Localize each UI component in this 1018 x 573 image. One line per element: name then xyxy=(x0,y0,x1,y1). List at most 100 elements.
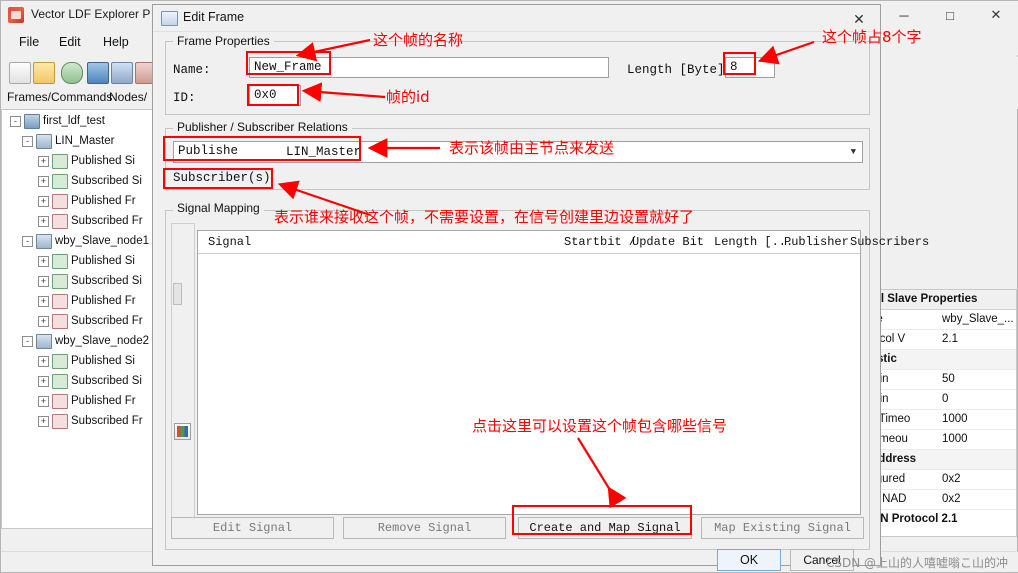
length-label: Length [Byte]: xyxy=(627,63,733,77)
frames-tree-panel[interactable]: - first_ldf_test - LIN_Master + Publishe… xyxy=(1,109,176,529)
column-subscribers[interactable]: Subscribers xyxy=(850,235,929,249)
property-row[interactable]: figured 0x2 xyxy=(866,470,1016,490)
column-signal[interactable]: Signal xyxy=(208,235,251,249)
menu-help[interactable]: Help xyxy=(95,33,137,51)
column-length[interactable]: Length [... xyxy=(714,235,793,249)
column-update-bit[interactable]: Update Bit xyxy=(632,235,704,249)
tree-item[interactable]: + Published Si xyxy=(2,252,135,270)
dialog-title: Edit Frame xyxy=(183,10,245,24)
refresh-icon[interactable] xyxy=(61,62,83,84)
tree-expander-icon[interactable]: + xyxy=(38,375,49,387)
tree-item[interactable]: + Published Fr xyxy=(2,392,136,410)
property-value: 2.1 xyxy=(942,333,958,345)
property-row[interactable]: Timeou 1000 xyxy=(866,430,1016,450)
splitter-grip[interactable] xyxy=(173,283,182,305)
name-label: Name: xyxy=(173,63,211,77)
annotation-frame-name: 这个帧的名称 xyxy=(373,31,464,49)
annotation-publisher: 表示该帧由主节点来发送 xyxy=(449,139,615,157)
tree-item-label: Subscribed Si xyxy=(71,275,142,287)
tree-item-label: Published Fr xyxy=(71,195,136,207)
tree-item[interactable]: + Subscribed Fr xyxy=(2,212,143,230)
edit-signal-button[interactable]: Edit Signal xyxy=(171,517,334,539)
tree-item[interactable]: + Published Si xyxy=(2,152,135,170)
save-icon[interactable] xyxy=(87,62,109,84)
node-icon xyxy=(36,233,52,249)
tree-expander-icon[interactable]: + xyxy=(38,275,49,287)
tree-expander-icon[interactable]: + xyxy=(38,315,49,327)
property-value: 1000 xyxy=(942,433,968,445)
tree-item-label: Subscribed Si xyxy=(71,175,142,187)
tree-expander-icon[interactable]: - xyxy=(22,335,33,347)
column-publisher[interactable]: Publisher xyxy=(784,235,849,249)
map-existing-signal-button[interactable]: Map Existing Signal xyxy=(701,517,864,539)
new-file-icon[interactable] xyxy=(9,62,31,84)
tree-item[interactable]: + Subscribed Fr xyxy=(2,412,143,430)
tree-expander-icon[interactable]: + xyxy=(38,215,49,227)
column-startbit[interactable]: Startbit / xyxy=(564,235,636,249)
tree-item[interactable]: + Published Si xyxy=(2,352,135,370)
tree-item[interactable]: - LIN_Master xyxy=(2,132,114,150)
maximize-button[interactable]: □ xyxy=(927,1,973,29)
tree-item-label: wby_Slave_node1 xyxy=(55,235,149,247)
tree-item[interactable]: + Subscribed Si xyxy=(2,372,142,390)
slave-properties-title: ral Slave Properties xyxy=(866,290,1016,310)
tree-expander-icon[interactable]: + xyxy=(38,255,49,267)
remove-signal-button[interactable]: Remove Signal xyxy=(343,517,506,539)
color-legend-icon[interactable] xyxy=(174,423,191,440)
tree-expander-icon[interactable]: + xyxy=(38,155,49,167)
open-folder-icon[interactable] xyxy=(33,62,55,84)
tree-expander-icon[interactable]: + xyxy=(38,195,49,207)
highlight-create-map-signal xyxy=(512,505,692,535)
tab-frames-commands[interactable]: Frames/Commands xyxy=(7,90,112,104)
tree-item[interactable]: + Published Fr xyxy=(2,192,136,210)
save-as-icon[interactable] xyxy=(111,62,133,84)
highlight-frame-name xyxy=(246,51,331,75)
tree-expander-icon[interactable]: + xyxy=(38,415,49,427)
tree-item-label: Published Fr xyxy=(71,295,136,307)
menu-file[interactable]: File xyxy=(11,33,47,51)
property-value: 0x2 xyxy=(942,473,961,485)
property-value: 0x2 xyxy=(942,493,961,505)
property-section: Address xyxy=(866,450,1016,470)
tree-item[interactable]: + Subscribed Fr xyxy=(2,312,143,330)
tree-item[interactable]: + Subscribed Si xyxy=(2,172,142,190)
id-label: ID: xyxy=(173,91,196,105)
chevron-down-icon[interactable]: ▼ xyxy=(851,147,856,157)
property-value: 1000 xyxy=(942,413,968,425)
frame-icon xyxy=(52,313,68,329)
tree-item[interactable]: - wby_Slave_node1 xyxy=(2,232,149,250)
tree-expander-icon[interactable]: + xyxy=(38,295,49,307)
signal-mapping-table[interactable]: Signal Startbit / Update Bit Length [...… xyxy=(197,230,929,515)
property-row[interactable]: Min 50 xyxy=(866,370,1016,390)
tree-expander-icon[interactable]: - xyxy=(22,135,33,147)
tab-nodes[interactable]: Nodes/ xyxy=(109,90,147,104)
property-row[interactable]: ne wby_Slave_... xyxy=(866,310,1016,330)
property-row: LIN Protocol 2.1 xyxy=(866,510,1016,530)
close-button[interactable]: ✕ xyxy=(973,1,1018,29)
tree-expander-icon[interactable]: - xyxy=(22,235,33,247)
tree-item[interactable]: + Published Fr xyxy=(2,292,136,310)
signal-mapping-left-rail xyxy=(171,223,195,523)
property-row[interactable]: al NAD 0x2 xyxy=(866,490,1016,510)
property-row[interactable]: tocol V 2.1 xyxy=(866,330,1016,350)
tree-item[interactable]: - wby_Slave_node2 xyxy=(2,332,149,350)
ok-button[interactable]: OK xyxy=(717,549,781,571)
node-icon xyxy=(36,133,52,149)
tree-item[interactable]: - first_ldf_test xyxy=(2,112,105,130)
minimize-button[interactable]: ─ xyxy=(881,1,927,29)
tree-expander-icon[interactable]: + xyxy=(38,355,49,367)
frame-window-icon xyxy=(161,11,178,26)
tree-expander-icon[interactable]: + xyxy=(38,175,49,187)
tree-expander-icon[interactable]: - xyxy=(10,115,21,127)
slave-properties-panel: ral Slave Properties ne wby_Slave_... to… xyxy=(865,289,1017,537)
tree-item[interactable]: + Subscribed Si xyxy=(2,272,142,290)
menu-edit[interactable]: Edit xyxy=(51,33,89,51)
property-value: 0 xyxy=(942,393,949,405)
property-row[interactable]: s Timeo 1000 xyxy=(866,410,1016,430)
signal-icon xyxy=(52,253,68,269)
property-row[interactable]: Min 0 xyxy=(866,390,1016,410)
tree-item-label: Subscribed Fr xyxy=(71,215,143,227)
property-value: 50 xyxy=(942,373,955,385)
tree-expander-icon[interactable]: + xyxy=(38,395,49,407)
highlight-frame-length xyxy=(723,52,756,75)
